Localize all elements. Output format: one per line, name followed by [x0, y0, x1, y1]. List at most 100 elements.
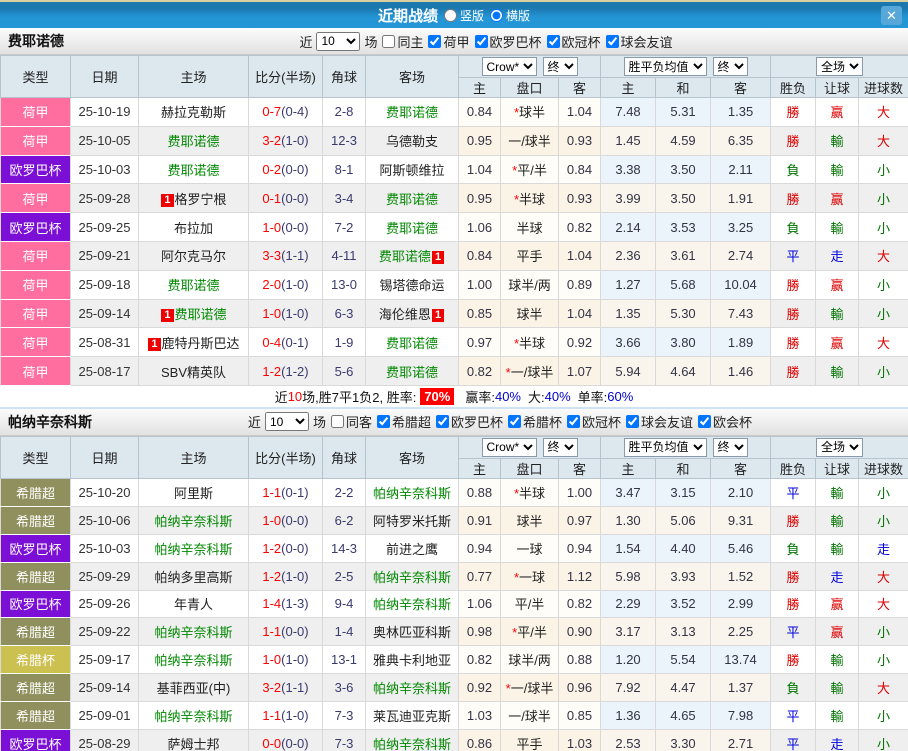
avg-home-odds: 2.14	[600, 212, 657, 242]
match-date: 25-09-14	[70, 673, 139, 703]
handicap-home-odds: 0.97	[458, 327, 501, 358]
match-count-select[interactable]: 10	[316, 31, 361, 51]
match-count-select[interactable]: 10	[264, 412, 309, 432]
home-team: 1 格罗宁根	[138, 183, 249, 214]
league-filter-checkbox[interactable]	[435, 415, 449, 429]
home-team: 1 鹿特丹斯巴达	[138, 327, 249, 358]
league-filter-checkbox[interactable]	[698, 415, 712, 429]
league-filter-checkbox[interactable]	[605, 34, 619, 48]
avg-away-odds: 2.99	[710, 589, 772, 619]
handicap-home-odds: 0.98	[458, 617, 501, 647]
result-goals: 大	[858, 673, 908, 703]
horizontal-layout-radio[interactable]	[490, 8, 503, 22]
odds-source-select[interactable]: Crow*	[481, 437, 537, 457]
score: 3-3(1-1)	[248, 240, 323, 271]
league-filter-checkbox[interactable]	[626, 415, 640, 429]
scope-select[interactable]: 全场	[816, 57, 864, 76]
match-row: 希腊超 25-09-01 帕纳辛奈科斯 1-1(1-0) 7-3 莱瓦迪亚克斯 1.03 一/…	[0, 701, 908, 730]
final-avg-select[interactable]: 终	[712, 437, 748, 457]
same-venue-label: 同主	[397, 34, 424, 50]
away-team: 费耶诺德	[365, 327, 459, 358]
team-label: 雅典卡利地亚	[372, 653, 451, 669]
odds-select-group: 全场	[770, 55, 908, 78]
half-score: (1-2)	[281, 363, 309, 379]
team-label: 费耶诺德	[385, 220, 438, 236]
team-label: 帕纳辛奈科斯	[372, 736, 451, 751]
result-goals: 小	[858, 477, 908, 507]
final-odds-select[interactable]: 终	[542, 437, 578, 457]
team-label: SBV精英队	[160, 364, 226, 380]
score: 2-0(1-0)	[248, 269, 323, 300]
avg-draw-odds: 5.31	[655, 97, 712, 127]
away-team: 费耶诺德	[365, 97, 459, 127]
handicap-away-odds: 0.84	[557, 154, 602, 185]
league-badge: 荷甲	[0, 97, 71, 127]
league-filter-checkbox[interactable]	[508, 415, 521, 429]
same-venue-checkbox[interactable]	[330, 415, 344, 429]
vertical-layout-radio[interactable]	[443, 8, 457, 22]
sub-column-header: 主	[458, 457, 501, 479]
match-row: 欧罗巴杯 25-10-03 费耶诺德 0-2(0-0) 8-1 阿斯顿维拉 1.04 *平/半…	[0, 154, 908, 185]
avg-away-odds: 7.43	[710, 298, 772, 329]
team-label: 鹿特丹斯巴达	[161, 335, 240, 351]
close-button[interactable]: ✕	[881, 6, 902, 25]
handicap-home-odds: 0.86	[458, 728, 501, 751]
half-score: (0-4)	[281, 104, 309, 120]
avg-away-odds: 1.89	[710, 327, 772, 358]
same-venue-checkbox[interactable]	[382, 34, 396, 48]
scope-select[interactable]: 全场	[816, 437, 864, 457]
half-score: (1-0)	[281, 652, 309, 668]
half-score: (1-0)	[281, 277, 309, 293]
league-filter-label: 球会友谊	[641, 415, 694, 431]
handicap-line: 球半	[500, 298, 559, 329]
match-row: 希腊超 25-09-14 基菲西亚(中) 3-2(1-1) 3-6 帕纳辛奈科斯 0.92 *…	[0, 673, 908, 703]
away-team: 锡塔德命运	[365, 269, 459, 300]
match-date: 25-09-01	[70, 701, 139, 730]
full-score: 1-0	[262, 219, 282, 235]
avg-away-odds: 13.74	[710, 645, 772, 675]
league-badge: 希腊超	[0, 673, 71, 703]
horizontal-layout-option[interactable]: 横版	[490, 7, 530, 24]
avg-source-select[interactable]: 胜平负均值	[623, 437, 707, 457]
avg-home-odds: 1.35	[600, 298, 657, 329]
avg-source-select[interactable]: 胜平负均值	[623, 57, 707, 76]
avg-home-odds: 7.92	[600, 673, 657, 703]
odds-source-select[interactable]: Crow*	[481, 57, 537, 76]
summary-count: 10	[287, 388, 303, 404]
avg-draw-odds: 5.30	[655, 298, 712, 329]
final-odds-select[interactable]: 终	[542, 57, 578, 76]
half-score: (0-1)	[281, 484, 309, 500]
handicap-line: 一/球半	[500, 701, 559, 730]
home-team: 萨姆士邦	[138, 728, 249, 751]
result-goals: 小	[858, 269, 908, 300]
league-filter-checkbox[interactable]	[546, 34, 560, 48]
score: 1-0(1-0)	[248, 645, 323, 675]
summary-prefix: 近	[274, 389, 288, 405]
handicap-home-odds: 1.06	[458, 589, 501, 619]
result-outcome: 負	[770, 533, 817, 563]
league-badge: 希腊超	[0, 505, 71, 535]
full-score: 0-0	[262, 735, 282, 751]
result-handicap: 赢	[815, 327, 860, 358]
league-filter-checkbox[interactable]	[428, 34, 442, 48]
corners: 4-11	[322, 240, 366, 271]
sub-column-header: 进球数	[858, 457, 908, 479]
handicap-home-odds: 0.85	[458, 298, 501, 329]
avg-draw-odds: 5.54	[655, 645, 712, 675]
result-handicap: 走	[815, 561, 860, 591]
result-outcome: 勝	[770, 269, 817, 300]
home-team: SBV精英队	[138, 356, 249, 386]
result-outcome: 負	[770, 212, 817, 242]
final-avg-select[interactable]: 终	[712, 57, 748, 76]
league-filter-checkbox[interactable]	[376, 415, 390, 429]
sub-column-header: 主	[600, 457, 657, 479]
away-team: 前进之鹰	[365, 533, 459, 563]
vertical-layout-option[interactable]: 竖版	[443, 7, 484, 24]
league-badge: 荷甲	[0, 298, 71, 329]
league-filter-checkbox[interactable]	[474, 34, 488, 48]
corners: 13-1	[322, 645, 366, 675]
away-team: 阿斯顿维拉	[365, 154, 459, 185]
league-filter-checkbox[interactable]	[567, 415, 581, 429]
match-row: 希腊超 25-09-22 帕纳辛奈科斯 1-1(0-0) 1-4 奥林匹亚科斯 0.98 *平…	[0, 617, 908, 647]
team-label: 奥林匹亚科斯	[372, 625, 451, 641]
